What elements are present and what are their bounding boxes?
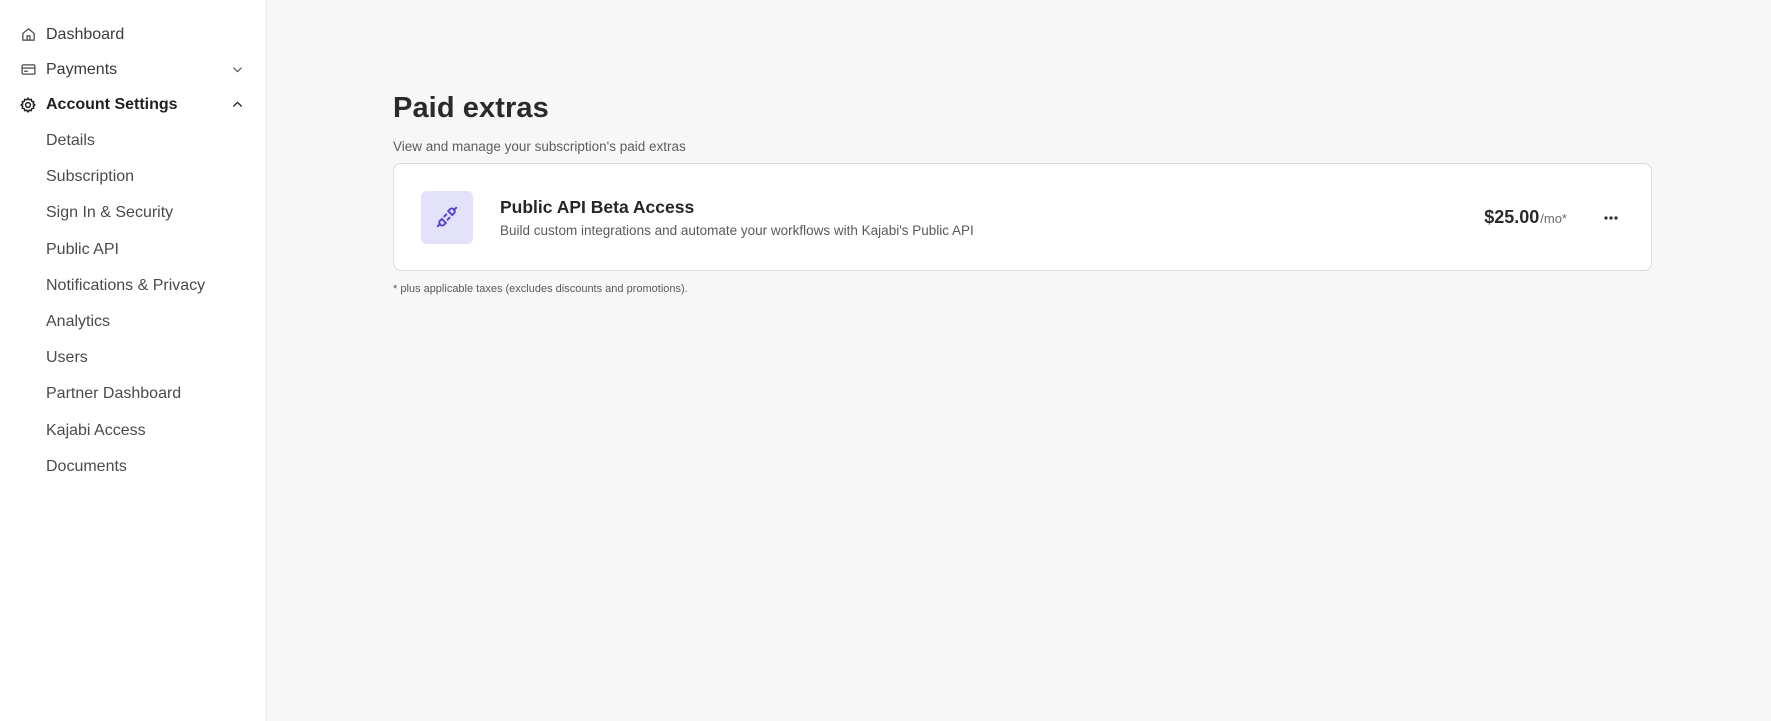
sidebar-item-analytics[interactable]: Analytics [0, 304, 266, 340]
paid-extra-price: $25.00 /mo* [1484, 207, 1567, 228]
sidebar-item-label: Account Settings [46, 95, 178, 113]
sidebar: Dashboard Payments Account Settings Deta… [0, 0, 267, 721]
ellipsis-icon [1603, 208, 1619, 226]
chevron-down-icon[interactable] [230, 63, 244, 77]
account-settings-submenu: Details Subscription Sign In & Security … [0, 123, 266, 485]
sidebar-item-sign-in-security[interactable]: Sign In & Security [0, 195, 266, 231]
sidebar-item-payments[interactable]: Payments [0, 52, 266, 87]
gear-icon [19, 96, 37, 114]
sidebar-item-users[interactable]: Users [0, 340, 266, 376]
sidebar-item-partner-dashboard[interactable]: Partner Dashboard [0, 376, 266, 412]
sidebar-item-documents[interactable]: Documents [0, 449, 266, 485]
sidebar-item-details[interactable]: Details [0, 123, 266, 159]
sidebar-item-subscription[interactable]: Subscription [0, 159, 266, 195]
home-icon [19, 26, 37, 44]
paid-extra-card: Public API Beta Access Build custom inte… [393, 163, 1652, 271]
more-options-button[interactable] [1597, 203, 1625, 231]
sidebar-item-dashboard[interactable]: Dashboard [0, 17, 266, 52]
tax-footnote: * plus applicable taxes (excludes discou… [393, 283, 688, 295]
credit-card-icon [19, 61, 37, 79]
paid-extras-section: Paid extras View and manage your subscri… [393, 92, 1652, 295]
sidebar-item-public-api[interactable]: Public API [0, 232, 266, 268]
price-amount: $25.00 [1484, 206, 1540, 227]
price-unit: /mo* [1540, 210, 1567, 226]
page-subtitle: View and manage your subscription's paid… [393, 139, 686, 154]
sidebar-item-label: Payments [46, 60, 118, 78]
paid-extra-text: Public API Beta Access Build custom inte… [500, 197, 1484, 238]
sidebar-item-notifications-privacy[interactable]: Notifications & Privacy [0, 268, 266, 304]
paid-extra-title: Public API Beta Access [500, 196, 695, 217]
paid-extra-description: Build custom integrations and automate y… [500, 222, 974, 238]
app-root: Dashboard Payments Account Settings Deta… [0, 0, 1771, 721]
chevron-up-icon[interactable] [230, 98, 244, 112]
sidebar-item-account-settings[interactable]: Account Settings [0, 87, 266, 122]
main-content: Paid extras View and manage your subscri… [267, 0, 1771, 721]
plug-icon [421, 190, 473, 244]
page-title: Paid extras [393, 92, 549, 124]
sidebar-item-kajabi-access[interactable]: Kajabi Access [0, 413, 266, 449]
sidebar-item-label: Dashboard [46, 25, 125, 43]
